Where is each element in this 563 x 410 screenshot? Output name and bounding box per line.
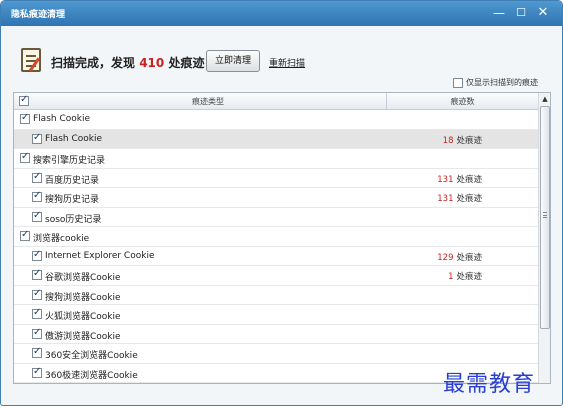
rescan-link[interactable]: 重新扫描 [269, 56, 305, 69]
scan-result-prefix: 扫描完成，发现 [51, 56, 136, 70]
select-all-checkbox[interactable] [19, 94, 29, 106]
category-row[interactable]: 搜索引擎历史记录 [14, 149, 538, 169]
row-name: 搜索引擎历史记录 [33, 156, 106, 166]
row-name: Flash Cookie [33, 114, 90, 124]
row-checkbox[interactable] [20, 151, 30, 163]
row-checkbox[interactable] [32, 327, 42, 339]
row-checkbox[interactable] [32, 268, 42, 280]
row-name: Flash Cookie [45, 133, 102, 144]
scroll-grip-icon [543, 212, 547, 218]
row-checkbox[interactable] [32, 288, 42, 300]
vertical-scrollbar[interactable]: ▲ [538, 93, 550, 383]
row-checkbox[interactable] [32, 307, 42, 319]
item-row[interactable]: Flash Cookie 18处痕迹 [14, 129, 538, 149]
trace-list: 痕迹类型 痕迹数 Flash CookieFlash Cookie18处痕迹搜索… [13, 92, 551, 384]
row-checkbox[interactable] [32, 132, 42, 144]
row-name: 360安全浏览器Cookie [45, 351, 138, 361]
trace-list-rows: Flash CookieFlash Cookie18处痕迹搜索引擎历史记录百度历… [14, 110, 538, 383]
item-row[interactable]: 谷歌浏览器Cookie 1处痕迹 [14, 266, 538, 286]
scroll-thumb[interactable] [540, 106, 550, 329]
scan-result-count: 410 [139, 56, 165, 70]
row-trace-count: 131 处痕迹 [437, 173, 482, 185]
row-checkbox[interactable] [32, 366, 42, 378]
scan-result-suffix: 处痕迹 [168, 56, 205, 70]
item-row[interactable]: 360安全浏览器Cookie [14, 344, 538, 364]
row-count-unit: 处痕迹 [456, 272, 482, 282]
item-row[interactable]: 火狐浏览器Cookie [14, 305, 538, 325]
row-count-number: 131 [437, 174, 454, 185]
row-count-unit: 处痕迹 [456, 135, 482, 146]
minimize-button[interactable]: — [490, 5, 508, 22]
item-row[interactable]: soso历史记录 [14, 208, 538, 227]
row-name: 搜狗浏览器Cookie [45, 292, 121, 303]
column-header-type[interactable]: 痕迹类型 [30, 96, 386, 107]
row-name: 浏览器cookie [33, 234, 90, 244]
category-row[interactable]: Flash Cookie [14, 110, 538, 130]
item-row[interactable]: 傲游浏览器Cookie [14, 325, 538, 344]
close-button[interactable]: ✕ [534, 5, 552, 22]
scroll-up-arrow[interactable]: ▲ [539, 93, 550, 105]
row-count-number: 131 [437, 194, 454, 204]
row-checkbox[interactable] [20, 229, 30, 241]
row-name: 火狐浏览器Cookie [45, 312, 121, 322]
row-count-unit: 处痕迹 [456, 252, 482, 263]
row-checkbox[interactable] [32, 190, 42, 202]
row-count-unit: 处痕迹 [456, 174, 482, 185]
title-bar[interactable]: 隐私痕迹清理 — ☐ ✕ [1, 1, 562, 26]
maximize-button[interactable]: ☐ [512, 5, 530, 22]
row-name: 百度历史记录 [45, 175, 100, 186]
row-count-number: 1 [448, 272, 454, 282]
row-name: 谷歌浏览器Cookie [45, 273, 121, 283]
watermark-text: 最需教育 [443, 372, 536, 397]
row-count-number: 18 [442, 135, 454, 146]
row-trace-count: 131 处痕迹 [437, 192, 482, 204]
show-found-only-filter[interactable]: 仅显示扫描到的痕迹 [453, 77, 538, 88]
row-name: soso历史记录 [45, 214, 102, 225]
item-row[interactable]: 搜狗历史记录 131处痕迹 [14, 188, 538, 208]
row-trace-count: 129 处痕迹 [437, 251, 482, 263]
row-count-number: 129 [437, 252, 454, 263]
row-checkbox[interactable] [32, 171, 42, 183]
row-count-unit: 处痕迹 [456, 194, 482, 204]
item-row[interactable]: Internet Explorer Cookie 129处痕迹 [14, 247, 538, 266]
clean-now-button[interactable]: 立即清理 [206, 50, 260, 72]
row-checkbox[interactable] [20, 112, 30, 124]
privacy-cleaner-window: 隐私痕迹清理 — ☐ ✕ 扫描完成，发现 410 处痕迹 立即清理 重新扫描 仅… [0, 0, 563, 406]
row-checkbox[interactable] [32, 346, 42, 358]
row-trace-count: 18 处痕迹 [443, 134, 482, 146]
window-title: 隐私痕迹清理 [11, 10, 66, 20]
row-name: 360极速浏览器Cookie [45, 370, 138, 381]
row-trace-count: 1 处痕迹 [448, 270, 482, 282]
row-checkbox[interactable] [32, 210, 42, 222]
scan-result-text: 扫描完成，发现 410 处痕迹 [51, 54, 204, 71]
scan-report-icon [21, 48, 41, 72]
column-header-count[interactable]: 痕迹数 [387, 96, 538, 107]
row-name: 搜狗历史记录 [45, 195, 100, 205]
row-checkbox[interactable] [32, 249, 42, 261]
item-row[interactable]: 搜狗浏览器Cookie [14, 286, 538, 305]
item-row[interactable]: 百度历史记录 131处痕迹 [14, 169, 538, 188]
show-found-only-checkbox[interactable] [453, 77, 463, 88]
row-name: 傲游浏览器Cookie [45, 331, 121, 342]
category-row[interactable]: 浏览器cookie [14, 227, 538, 247]
trace-list-header: 痕迹类型 痕迹数 [14, 93, 538, 110]
show-found-only-label: 仅显示扫描到的痕迹 [466, 78, 538, 87]
row-name: Internet Explorer Cookie [45, 250, 155, 261]
